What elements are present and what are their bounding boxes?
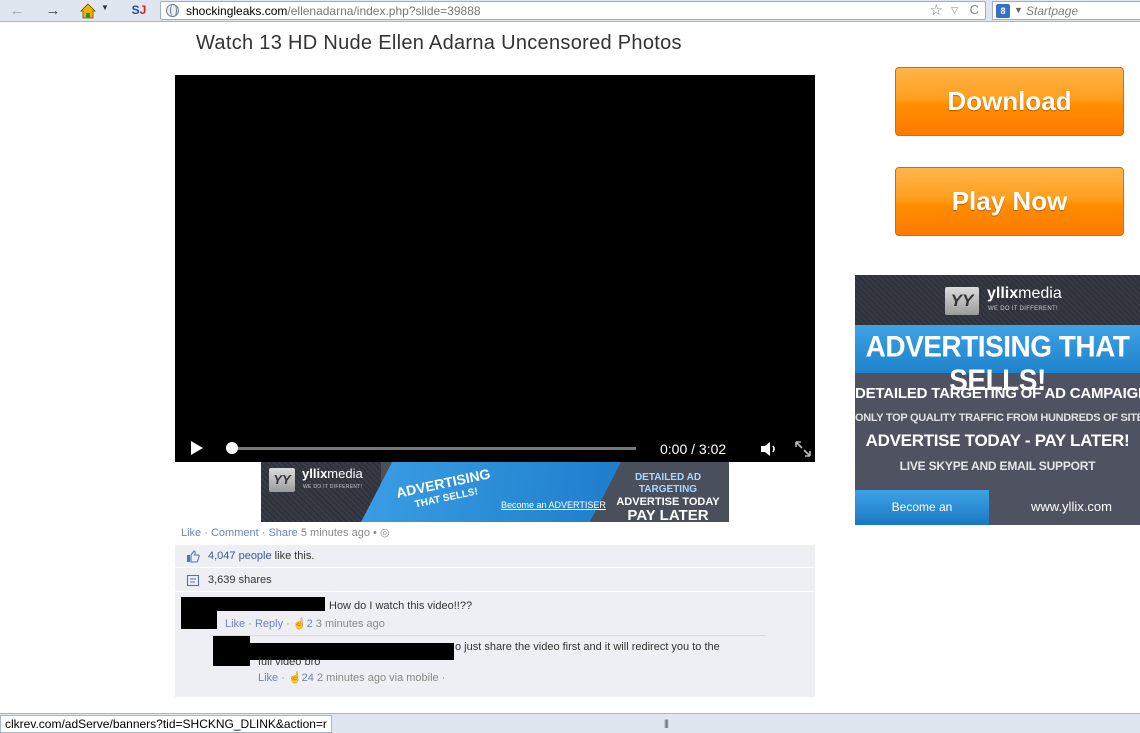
seek-bar[interactable] [230, 447, 636, 450]
banner-ad-tagline: WE DO IT DIFFERENT! [303, 484, 363, 490]
thumbs-up-icon [187, 550, 200, 563]
yllix-logo-icon: YY [269, 468, 295, 492]
reply-like-link[interactable]: Like [258, 672, 278, 684]
likes-row: 4,047 people like this. [175, 545, 815, 568]
url-bar[interactable]: shockingleaks.com/ellenadarna/index.php?… [160, 1, 986, 20]
share-link[interactable]: Share [268, 527, 297, 539]
time-readout: 0:00 / 3:02 [660, 441, 727, 457]
banner-ad-brand: yllixmedia [302, 466, 363, 481]
reply-divider [210, 635, 766, 636]
share-icon [186, 574, 200, 587]
play-now-button[interactable]: Play Now [895, 167, 1124, 236]
bookmark-star-icon[interactable]: ☆ [930, 1, 943, 19]
play-icon[interactable] [190, 440, 204, 456]
reply-text-line-1: o just share the video first and it will… [455, 641, 720, 653]
search-input[interactable]: Startpage [1026, 4, 1078, 18]
side-advertisement[interactable]: YY yllixmedia WE DO IT DIFFERENT! ADVERT… [855, 275, 1140, 525]
side-ad-line-2: ONLY TOP QUALITY TRAFFIC FROM HUNDREDS O… [855, 412, 1140, 424]
side-ad-tagline: WE DO IT DIFFERENT! [988, 306, 1058, 312]
comment-like-link[interactable]: Like [225, 618, 245, 630]
comment-link[interactable]: Comment [211, 527, 259, 539]
forward-arrow-icon[interactable]: → [44, 2, 62, 20]
reply-like-count[interactable]: 24 [302, 672, 314, 684]
reply-text-line-2: full video bro [258, 656, 321, 666]
fullscreen-icon[interactable] [795, 441, 811, 457]
status-link-preview: clkrev.com/adServe/banners?tid=SHCKNG_DL… [0, 715, 332, 733]
search-engine-icon[interactable]: 8 [996, 4, 1010, 18]
side-ad-url[interactable]: www.yllix.com [1031, 499, 1112, 514]
side-ad-line-3: ADVERTISE TODAY - PAY LATER! [865, 431, 1130, 450]
reply-like-count-icon: ☝ [287, 672, 302, 684]
post-timestamp: 5 minutes ago [300, 527, 370, 539]
redacted-avatar [181, 597, 217, 629]
resize-grip-icon[interactable]: ||| [664, 718, 669, 728]
shares-row: 3,639 shares [175, 569, 815, 592]
video-player[interactable] [175, 75, 815, 462]
download-button[interactable]: Download [895, 67, 1124, 136]
browser-status-bar: clkrev.com/adServe/banners?tid=SHCKNG_DL… [0, 713, 1140, 733]
url-dropdown-icon[interactable]: ▽ [951, 5, 958, 16]
privacy-globe-icon: ◎ [379, 527, 390, 539]
reply-timestamp: 2 minutes ago via mobile [316, 672, 439, 684]
comment-text: How do I watch this video!!?? [329, 600, 473, 612]
toolbar-extension-icon[interactable]: SJ [130, 2, 148, 19]
comment-reply-link[interactable]: Reply [255, 618, 283, 630]
volume-icon[interactable] [760, 441, 780, 457]
comment-meta: Like · Reply · ☝2 3 minutes ago [225, 618, 385, 630]
page-title: Watch 13 HD Nude Ellen Adarna Uncensored… [196, 32, 682, 54]
home-icon[interactable] [80, 3, 96, 19]
banner-advertisement[interactable]: YY yllixmedia WE DO IT DIFFERENT! ADVERT… [261, 462, 729, 522]
comment-timestamp: 3 minutes ago [315, 618, 385, 630]
comment-like-count-icon: ☝ [292, 618, 307, 630]
seek-handle[interactable] [226, 442, 238, 454]
back-arrow-icon[interactable]: ← [8, 2, 26, 20]
become-advertiser-button[interactable]: Become an ADVERTISER [855, 490, 989, 525]
reload-icon[interactable]: C [970, 2, 979, 17]
url-text[interactable]: shockingleaks.com/ellenadarna/index.php?… [186, 4, 481, 18]
banner-become-advertiser-link[interactable]: Become an ADVERTISER [501, 500, 606, 510]
search-box[interactable]: 8 ▼ Startpage [992, 1, 1140, 20]
browser-toolbar: ← → ▼ SJ shockingleaks.com/ellenadarna/i… [0, 0, 1140, 22]
likes-count-link[interactable]: 4,047 people [208, 550, 272, 562]
reply-meta: Like · ☝24 2 minutes ago via mobile · [258, 672, 446, 684]
globe-icon [166, 4, 179, 17]
side-ad-line-1: DETAILED TARGETING OF AD CAMPAIGNS [855, 385, 1140, 402]
side-ad-line-4: LIVE SKYPE AND EMAIL SUPPORT [899, 459, 1096, 473]
redacted-avatar [213, 636, 250, 666]
redacted-name [217, 597, 325, 611]
search-engine-dropdown-icon[interactable]: ▼ [1014, 5, 1023, 15]
banner-ad-right-text: DETAILED AD TARGETING ADVERTISE TODAY PA… [616, 472, 720, 522]
yllix-logo-icon: YY [945, 287, 979, 315]
side-ad-brand: yllixmedia [987, 285, 1062, 302]
like-link[interactable]: Like [181, 527, 201, 539]
shares-count-link[interactable]: 3,639 shares [208, 574, 272, 586]
home-dropdown-icon[interactable]: ▼ [101, 3, 109, 12]
comment-like-count[interactable]: 2 [307, 618, 313, 630]
social-action-line: Like · Comment · Share 5 minutes ago • ◎ [181, 527, 390, 539]
globe-icon: • [373, 527, 377, 539]
